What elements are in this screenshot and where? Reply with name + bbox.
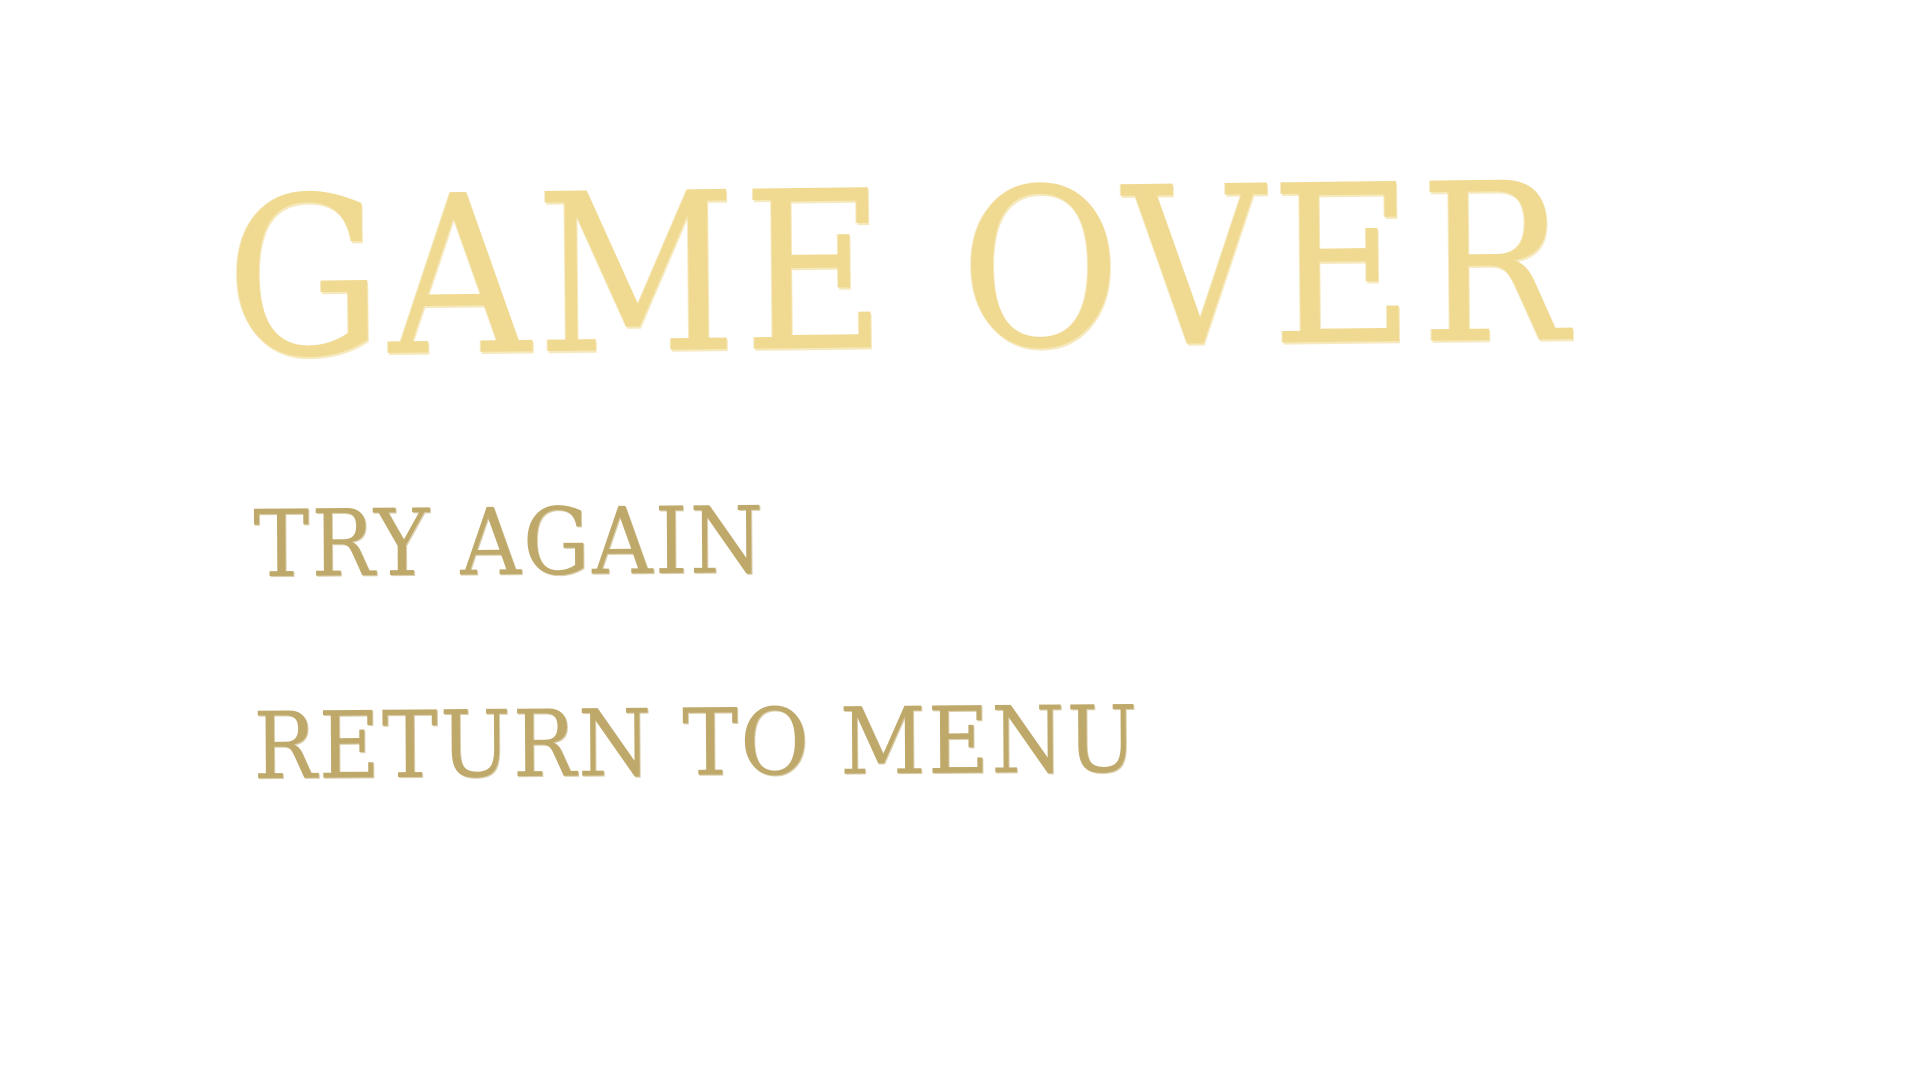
game-over-screen: GAME OVER TRY AGAIN RETURN TO MENU xyxy=(0,0,1920,1080)
game-over-title: GAME OVER xyxy=(224,136,1575,408)
game-over-menu: TRY AGAIN RETURN TO MENU xyxy=(253,486,1140,800)
return-to-menu-button[interactable]: RETURN TO MENU xyxy=(253,685,1140,800)
try-again-button[interactable]: TRY AGAIN xyxy=(253,486,1140,598)
